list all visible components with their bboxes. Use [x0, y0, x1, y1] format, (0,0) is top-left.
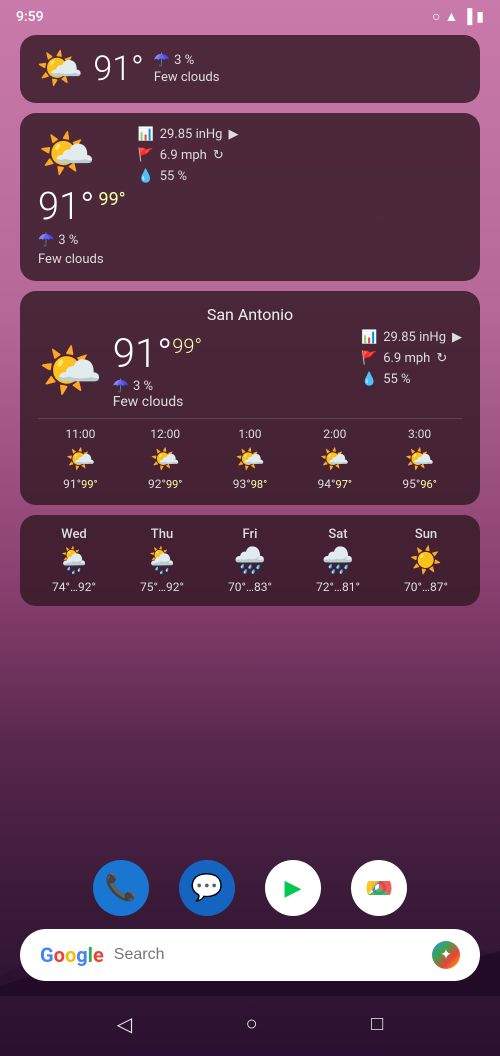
day-icon: 🌦️ [146, 546, 178, 576]
hour-time: 1:00 [238, 427, 261, 441]
day-label: Fri [243, 527, 258, 542]
humidity-icon: 💧 [138, 169, 154, 184]
hour-item: 12:00 🌤️ 92°99° [148, 427, 182, 491]
day-item: Sun ☀️ 70°…87° [404, 527, 448, 594]
hour-item: 3:00 🌤️ 95°96° [402, 427, 436, 491]
hour-time: 2:00 [323, 427, 346, 441]
city-label: San Antonio [38, 305, 462, 324]
wifi-icon: ▲ [445, 8, 459, 25]
hour-temp: 95°96° [402, 477, 436, 491]
temp-medium: 91° [38, 185, 95, 229]
day-temp: 72°…81° [316, 580, 360, 594]
weather-widget-medium[interactable]: 🌤️ 91° 99° ☂️ 3 % Few clouds 📊 29.85 inH… [20, 113, 480, 281]
app-chrome[interactable] [351, 860, 407, 916]
circle-icon: ○ [432, 8, 440, 25]
day-temp: 75°…92° [140, 580, 184, 594]
day-temp: 70°…87° [404, 580, 448, 594]
weather-widget-weekly[interactable]: Wed 🌦️ 74°…92° Thu 🌦️ 75°…92° Fri 🌧️ 70°… [20, 515, 480, 606]
wind-row: 🚩 6.9 mph ↻ [138, 148, 239, 163]
hour-icon: 🌤️ [150, 445, 180, 473]
pressure-row-large: 📊 29.85 inHg ▶ [361, 330, 462, 345]
day-item: Fri 🌧️ 70°…83° [228, 527, 272, 594]
weather-icon-medium: 🌤️ [38, 127, 126, 181]
hour-item: 2:00 🌤️ 94°97° [318, 427, 352, 491]
day-icon: 🌦️ [58, 546, 90, 576]
day-label: Wed [61, 527, 87, 542]
pressure-row: 📊 29.85 inHg ▶ [138, 127, 239, 142]
day-item: Wed 🌦️ 74°…92° [52, 527, 96, 594]
rain-pct-small: 3 % [174, 53, 194, 68]
weather-icon-large: 🌤️ [38, 340, 103, 401]
humidity-row-large: 💧 55 % [361, 372, 411, 387]
day-icon: 🌧️ [322, 546, 354, 576]
day-label: Sun [415, 527, 437, 542]
temp-hi-large: 99° [172, 334, 202, 358]
day-label: Sat [328, 527, 347, 542]
pressure-icon: 📊 [138, 127, 154, 142]
rain-icon-large: ☂️ [113, 379, 129, 394]
nav-bar: ◁ ○ □ [0, 1011, 500, 1036]
rain-icon-small: ☂️ [154, 53, 170, 68]
hour-icon: 🌤️ [320, 445, 350, 473]
rain-medium: ☂️ 3 % [38, 233, 126, 248]
hour-temp: 91°99° [63, 477, 97, 491]
hour-temp: 94°97° [318, 477, 352, 491]
weather-widget-small[interactable]: 🌤️ 91° ☂️ 3 % Few clouds [20, 35, 480, 103]
day-icon: 🌧️ [234, 546, 266, 576]
day-icon: ☀️ [410, 546, 442, 576]
condition-large: Few clouds [113, 394, 202, 410]
google-logo: Google [40, 943, 104, 967]
hour-item: 1:00 🌤️ 93°98° [233, 427, 267, 491]
status-icons: ○ ▲ ▐ ▮ [432, 8, 484, 25]
wind-icon-large: 🚩 [361, 351, 377, 366]
hour-time: 3:00 [408, 427, 431, 441]
recent-button[interactable]: □ [371, 1011, 383, 1036]
app-messages[interactable]: 💬 [179, 860, 235, 916]
temp-small: 91° [93, 49, 144, 89]
home-button[interactable]: ○ [246, 1011, 258, 1036]
hour-item: 11:00 🌤️ 91°99° [63, 427, 97, 491]
hour-icon: 🌤️ [65, 445, 95, 473]
app-phone[interactable]: 📞 [93, 860, 149, 916]
time: 9:59 [16, 9, 44, 25]
weather-widget-large[interactable]: San Antonio 🌤️ 91° 99° ☂️ 3 % Few clouds… [20, 291, 480, 505]
temp-large: 91° [113, 330, 173, 377]
wind-icon: 🚩 [138, 148, 154, 163]
day-item: Thu 🌦️ 75°…92° [140, 527, 184, 594]
status-bar: 9:59 ○ ▲ ▐ ▮ [0, 0, 500, 29]
condition-medium: Few clouds [38, 252, 126, 267]
search-bar[interactable]: Google ✦ [20, 929, 480, 981]
hour-temp: 92°99° [148, 477, 182, 491]
hour-icon: 🌤️ [405, 445, 435, 473]
search-input[interactable] [114, 946, 422, 964]
hour-time: 12:00 [150, 427, 180, 441]
condition-small: Few clouds [154, 70, 220, 85]
weather-icon-small: 🌤️ [36, 47, 83, 91]
rain-icon-medium: ☂️ [38, 233, 54, 248]
day-temp: 74°…92° [52, 580, 96, 594]
day-temp: 70°…83° [228, 580, 272, 594]
humidity-row: 💧 55 % [138, 169, 239, 184]
humidity-icon-large: 💧 [361, 372, 377, 387]
wind-row-large: 🚩 6.9 mph ↻ [361, 351, 447, 366]
app-play-store[interactable]: ▶ [265, 860, 321, 916]
mic-icon[interactable]: ✦ [432, 941, 460, 969]
temp-hi-medium: 99° [99, 189, 126, 210]
signal-icon: ▐ [462, 8, 472, 25]
hour-time: 11:00 [65, 427, 95, 441]
battery-icon: ▮ [476, 9, 484, 25]
hour-temp: 93°98° [233, 477, 267, 491]
day-label: Thu [151, 527, 173, 542]
app-dock: 📞 💬 ▶ [0, 860, 500, 916]
hourly-row: 11:00 🌤️ 91°99° 12:00 🌤️ 92°99° 1:00 🌤️ … [38, 418, 462, 491]
pressure-icon-large: 📊 [361, 330, 377, 345]
day-item: Sat 🌧️ 72°…81° [316, 527, 360, 594]
hour-icon: 🌤️ [235, 445, 265, 473]
back-button[interactable]: ◁ [117, 1012, 132, 1036]
